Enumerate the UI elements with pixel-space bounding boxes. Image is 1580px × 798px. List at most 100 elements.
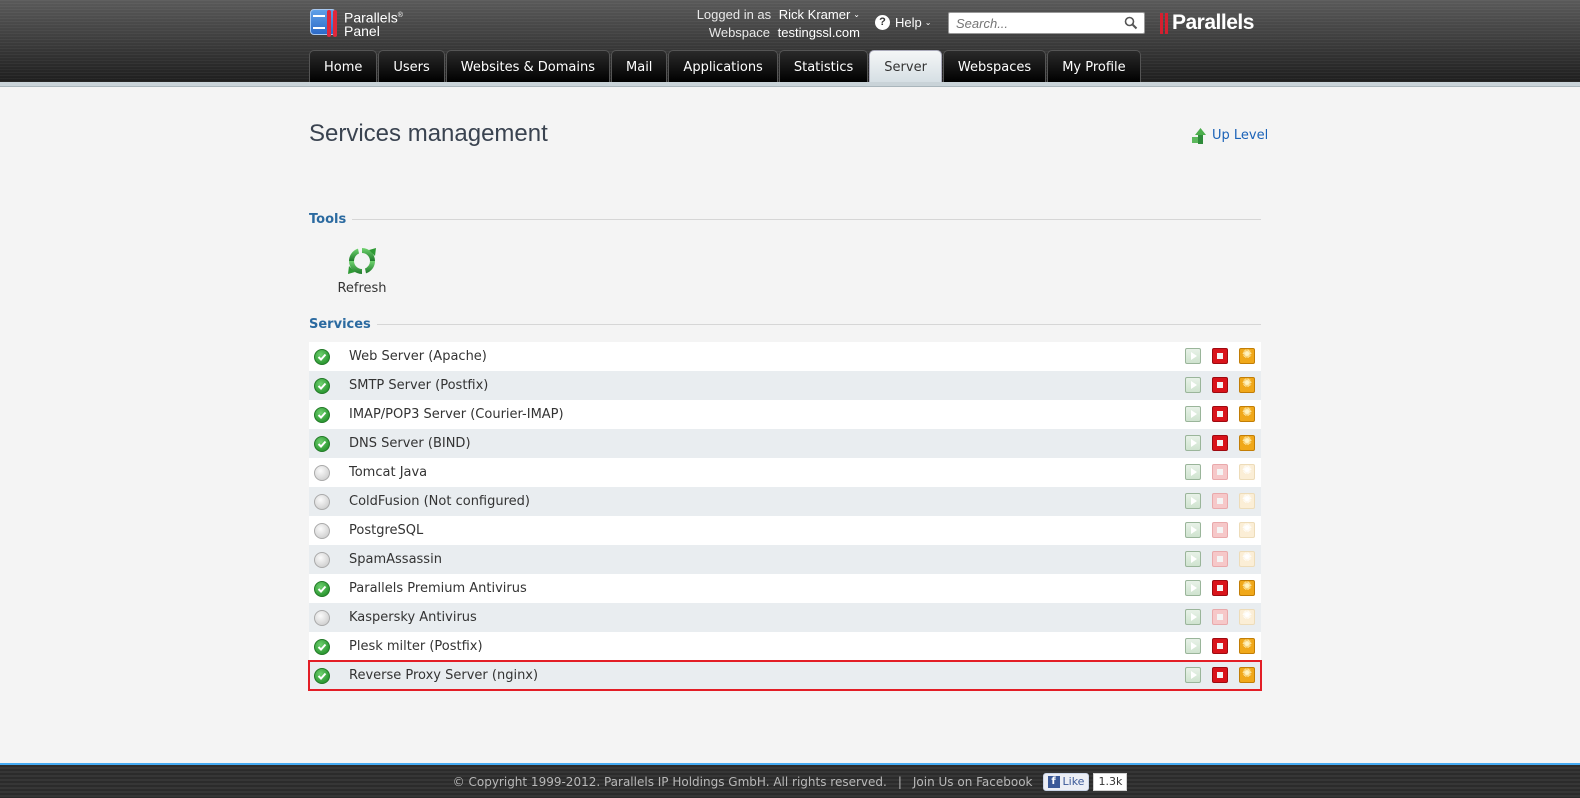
- facebook-link[interactable]: Join Us on Facebook: [913, 775, 1033, 789]
- stop-service-icon[interactable]: [1212, 667, 1228, 683]
- parallels-panel-logo[interactable]: Parallels® Panel: [310, 9, 403, 38]
- restart-service-icon[interactable]: [1239, 579, 1255, 596]
- service-actions: [1174, 666, 1255, 683]
- start-service-icon: [1185, 580, 1201, 596]
- start-service-icon: [1185, 667, 1201, 683]
- stop-service-icon: [1212, 522, 1228, 538]
- running-status-icon: [314, 377, 330, 394]
- facebook-like-button[interactable]: f Like: [1042, 772, 1090, 791]
- stop-service-icon: [1212, 493, 1228, 509]
- service-actions: [1174, 550, 1255, 567]
- tab-mail[interactable]: Mail: [611, 50, 668, 82]
- service-actions: [1174, 492, 1255, 509]
- stop-service-icon[interactable]: [1212, 638, 1228, 654]
- restart-service-icon[interactable]: [1239, 376, 1255, 393]
- running-status-icon: [314, 638, 330, 655]
- panel-logo-icon: [310, 9, 338, 38]
- search-icon[interactable]: [1124, 16, 1138, 30]
- restart-service-icon: [1239, 492, 1255, 509]
- stop-service-icon[interactable]: [1212, 435, 1228, 451]
- tab-home[interactable]: Home: [309, 50, 378, 82]
- service-actions: [1174, 376, 1255, 393]
- user-name: Rick Kramer: [778, 7, 851, 22]
- service-actions: [1174, 608, 1255, 625]
- tab-my-profile[interactable]: My Profile: [1047, 50, 1141, 82]
- webspace-label: Webspace: [708, 25, 770, 40]
- divider: [352, 219, 1261, 220]
- checkmark-icon: [317, 585, 327, 593]
- restart-service-icon[interactable]: [1239, 405, 1255, 422]
- header-divider: [0, 82, 1580, 87]
- services-section-label: Services: [309, 317, 371, 332]
- up-level-link[interactable]: Up Level: [1192, 127, 1268, 144]
- refresh-button[interactable]: Refresh: [333, 244, 391, 296]
- service-actions: [1174, 463, 1255, 480]
- start-service-icon: [1185, 551, 1201, 567]
- stop-service-icon: [1212, 464, 1228, 480]
- service-name: Reverse Proxy Server (nginx): [349, 668, 539, 683]
- logo-line2: Panel: [344, 22, 380, 39]
- refresh-icon: [348, 248, 376, 274]
- start-service-icon: [1185, 522, 1201, 538]
- service-name: PostgreSQL: [349, 523, 424, 538]
- service-name: IMAP/POP3 Server (Courier-IMAP): [349, 407, 564, 422]
- tools-section-header: Tools: [309, 212, 1261, 227]
- refresh-label: Refresh: [337, 281, 387, 296]
- service-row: Tomcat Java: [309, 458, 1261, 487]
- service-name: SMTP Server (Postfix): [349, 378, 489, 393]
- restart-service-icon[interactable]: [1239, 666, 1255, 683]
- checkmark-icon: [317, 643, 327, 651]
- restart-service-icon: [1239, 463, 1255, 480]
- service-row: Parallels Premium Antivirus: [309, 574, 1261, 603]
- tab-users[interactable]: Users: [378, 50, 445, 82]
- service-actions: [1174, 579, 1255, 596]
- like-count: 1.3k: [1093, 772, 1128, 791]
- tab-statistics[interactable]: Statistics: [778, 50, 869, 82]
- services-section-header: Services: [309, 317, 1261, 332]
- tab-webspaces[interactable]: Webspaces: [942, 50, 1047, 82]
- logged-in-label: Logged in as: [696, 7, 772, 22]
- stop-service-icon[interactable]: [1212, 348, 1228, 364]
- service-name: SpamAssassin: [349, 552, 442, 567]
- restart-service-icon[interactable]: [1239, 347, 1255, 364]
- service-name: Web Server (Apache): [349, 349, 487, 364]
- footer: © Copyright 1999-2012. Parallels IP Hold…: [0, 765, 1580, 798]
- service-row: Reverse Proxy Server (nginx): [308, 660, 1262, 691]
- stopped-status-icon: [314, 551, 330, 568]
- help-menu[interactable]: ? Help ⌄: [875, 15, 931, 30]
- service-row: ColdFusion (Not configured): [309, 487, 1261, 516]
- running-status-icon: [314, 406, 330, 423]
- service-name: ColdFusion (Not configured): [349, 494, 530, 509]
- tab-applications[interactable]: Applications: [668, 50, 778, 82]
- stopped-status-icon: [314, 609, 330, 626]
- start-service-icon: [1185, 464, 1201, 480]
- logo-text: Parallels® Panel: [344, 9, 403, 38]
- facebook-icon: f: [1047, 775, 1060, 788]
- stop-service-icon: [1212, 551, 1228, 567]
- top-header: Parallels® Panel Logged in as Rick Krame…: [0, 0, 1580, 82]
- service-row: SMTP Server (Postfix): [309, 371, 1261, 400]
- webspace-name[interactable]: testingssl.com: [778, 25, 860, 40]
- running-status-icon: [314, 580, 330, 597]
- stop-service-icon[interactable]: [1212, 406, 1228, 422]
- restart-service-icon[interactable]: [1239, 637, 1255, 654]
- checkmark-icon: [317, 440, 327, 448]
- tab-server[interactable]: Server: [869, 50, 942, 82]
- user-menu[interactable]: Rick Kramer ⌄: [779, 7, 860, 22]
- parallels-brand-logo: Parallels: [1160, 11, 1254, 35]
- help-label: Help: [895, 15, 922, 30]
- stop-service-icon[interactable]: [1212, 580, 1228, 596]
- page-title: Services management: [309, 120, 548, 147]
- stop-service-icon[interactable]: [1212, 377, 1228, 393]
- service-actions: [1174, 405, 1255, 422]
- service-name: Plesk milter (Postfix): [349, 639, 483, 654]
- service-name: Parallels Premium Antivirus: [349, 581, 527, 596]
- service-row: DNS Server (BIND): [309, 429, 1261, 458]
- help-icon: ?: [875, 15, 890, 30]
- search-input[interactable]: [949, 13, 1114, 34]
- service-name: DNS Server (BIND): [349, 436, 471, 451]
- restart-service-icon[interactable]: [1239, 434, 1255, 451]
- tab-websites-domains[interactable]: Websites & Domains: [445, 50, 611, 82]
- start-service-icon: [1185, 609, 1201, 625]
- running-status-icon: [314, 348, 330, 365]
